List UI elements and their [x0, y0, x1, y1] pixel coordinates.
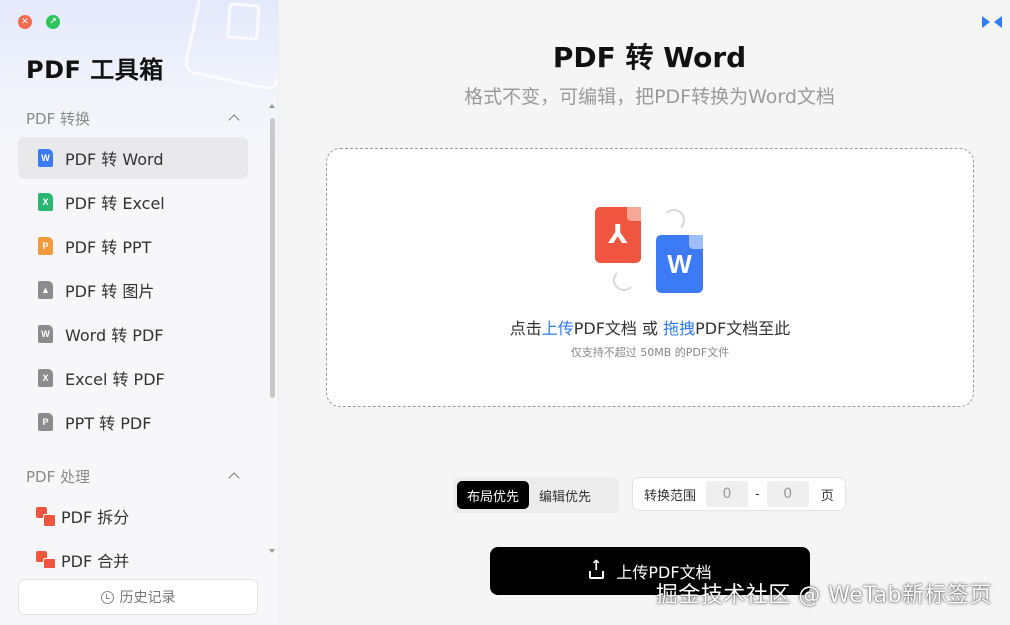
- chevron-up-icon: [228, 472, 240, 484]
- history-button[interactable]: 历史记录: [18, 579, 258, 615]
- ppt-file-icon: P: [38, 413, 53, 431]
- image-file-icon: ▲: [38, 281, 53, 299]
- conversion-mode-toggle[interactable]: 布局优先 编辑优先: [453, 477, 619, 513]
- ppt-file-icon: P: [38, 237, 53, 255]
- range-label: 转换范围: [644, 488, 697, 504]
- nav-group-header-processing[interactable]: PDF 处理: [26, 465, 242, 487]
- nav-group-title: PDF 转换: [26, 109, 90, 128]
- nav-group-title: PDF 处理: [26, 467, 90, 486]
- file-size-hint: 仅支持不超过 50MB 的PDF文件: [570, 346, 730, 359]
- sidebar-item-pdf-to-ppt[interactable]: P PDF 转 PPT: [18, 225, 248, 267]
- sidebar-item-pdf-to-excel[interactable]: X PDF 转 Excel: [18, 181, 248, 223]
- sidebar-item-ppt-to-pdf[interactable]: P PPT 转 PDF: [18, 401, 248, 443]
- mode-layout-priority[interactable]: 布局优先: [457, 481, 530, 509]
- upload-link[interactable]: 上传: [542, 319, 574, 338]
- page-title: PDF 转 Word: [552, 41, 747, 74]
- sidebar-item-label: PDF 转 PPT: [65, 238, 152, 257]
- sidebar-item-label: Excel 转 PDF: [65, 370, 165, 389]
- excel-file-icon: X: [38, 193, 53, 211]
- conversion-illustration: ⅄ W: [595, 207, 707, 297]
- watermark: 掘金技术社区 @ WeTab新标签页: [655, 583, 992, 608]
- page-subtitle: 格式不变，可编辑，把PDF转换为Word文档: [464, 86, 835, 108]
- sidebar-item-excel-to-pdf[interactable]: X Excel 转 PDF: [18, 357, 248, 399]
- pdf-merge-icon: [36, 550, 56, 568]
- convert-arrow-icon: [613, 269, 635, 291]
- pdf-split-icon: [36, 506, 56, 527]
- collapse-toggle-icon[interactable]: [982, 13, 1002, 31]
- range-unit: 页: [820, 488, 834, 504]
- page-range-selector: 转换范围 0 - 0 页: [632, 477, 846, 511]
- app-title: PDF 工具箱: [26, 56, 164, 84]
- sidebar-item-word-to-pdf[interactable]: W Word 转 PDF: [18, 313, 248, 355]
- file-dropzone[interactable]: ⅄ W 点击上传PDF文档 或 拖拽PDF文档至此 仅支持不超过 50MB 的P…: [326, 148, 974, 407]
- sidebar-item-pdf-to-image[interactable]: ▲ PDF 转 图片: [18, 269, 248, 311]
- sidebar: ✕ ↗ PDF 工具箱 PDF 转换 W PDF 转 Word X PDF 转 …: [0, 0, 279, 625]
- sidebar-item-pdf-split[interactable]: PDF 拆分: [18, 495, 248, 537]
- excel-file-icon: X: [38, 369, 53, 387]
- decorative-document-graphic: [182, 0, 278, 92]
- sidebar-item-label: PDF 拆分: [61, 508, 130, 527]
- sidebar-nav[interactable]: PDF 转换 W PDF 转 Word X PDF 转 Excel P PDF …: [0, 98, 268, 568]
- nav-group-header-conversion[interactable]: PDF 转换: [26, 107, 242, 129]
- mode-edit-priority[interactable]: 编辑优先: [529, 481, 601, 509]
- range-start-input[interactable]: 0: [706, 481, 749, 507]
- sidebar-item-label: PDF 合并: [61, 552, 130, 568]
- sidebar-item-label: PDF 转 Word: [65, 150, 164, 169]
- main-panel: PDF 转 Word 格式不变，可编辑，把PDF转换为Word文档 ⅄ W 点击…: [279, 0, 1010, 625]
- sidebar-item-label: PDF 转 图片: [65, 282, 155, 301]
- word-file-icon: W: [38, 149, 53, 167]
- chevron-up-icon: [228, 114, 240, 126]
- sidebar-item-label: PPT 转 PDF: [65, 414, 152, 433]
- range-separator: -: [755, 486, 760, 502]
- sidebar-scrollbar[interactable]: [270, 118, 275, 398]
- close-icon: ✕: [21, 16, 29, 27]
- dropzone-text-suffix: PDF文档至此: [695, 319, 791, 338]
- sidebar-item-pdf-to-word[interactable]: W PDF 转 Word: [18, 137, 248, 179]
- sidebar-item-label: Word 转 PDF: [65, 326, 164, 345]
- convert-arrow-icon: [663, 209, 685, 231]
- history-clock-icon: [100, 590, 114, 604]
- dropzone-instruction: 点击上传PDF文档 或 拖拽PDF文档至此: [327, 315, 973, 339]
- scroll-down-arrow-icon[interactable]: [269, 549, 275, 553]
- pdf-file-icon: ⅄: [595, 207, 641, 263]
- maximize-icon: ↗: [49, 16, 57, 27]
- window-close-button[interactable]: ✕: [18, 15, 32, 29]
- range-end-input[interactable]: 0: [766, 481, 809, 507]
- history-label: 历史记录: [119, 590, 176, 606]
- dropzone-text-mid: PDF文档 或: [573, 319, 664, 338]
- window-maximize-button[interactable]: ↗: [46, 15, 60, 29]
- drag-link[interactable]: 拖拽: [663, 319, 695, 338]
- sidebar-item-label: PDF 转 Excel: [65, 194, 165, 213]
- word-file-icon: W: [656, 235, 703, 293]
- word-file-icon: W: [38, 325, 53, 343]
- scroll-up-arrow-icon[interactable]: [269, 104, 275, 108]
- upload-icon: [588, 558, 605, 579]
- sidebar-item-pdf-merge[interactable]: PDF 合并: [18, 539, 248, 568]
- dropzone-text-prefix: 点击: [509, 319, 542, 338]
